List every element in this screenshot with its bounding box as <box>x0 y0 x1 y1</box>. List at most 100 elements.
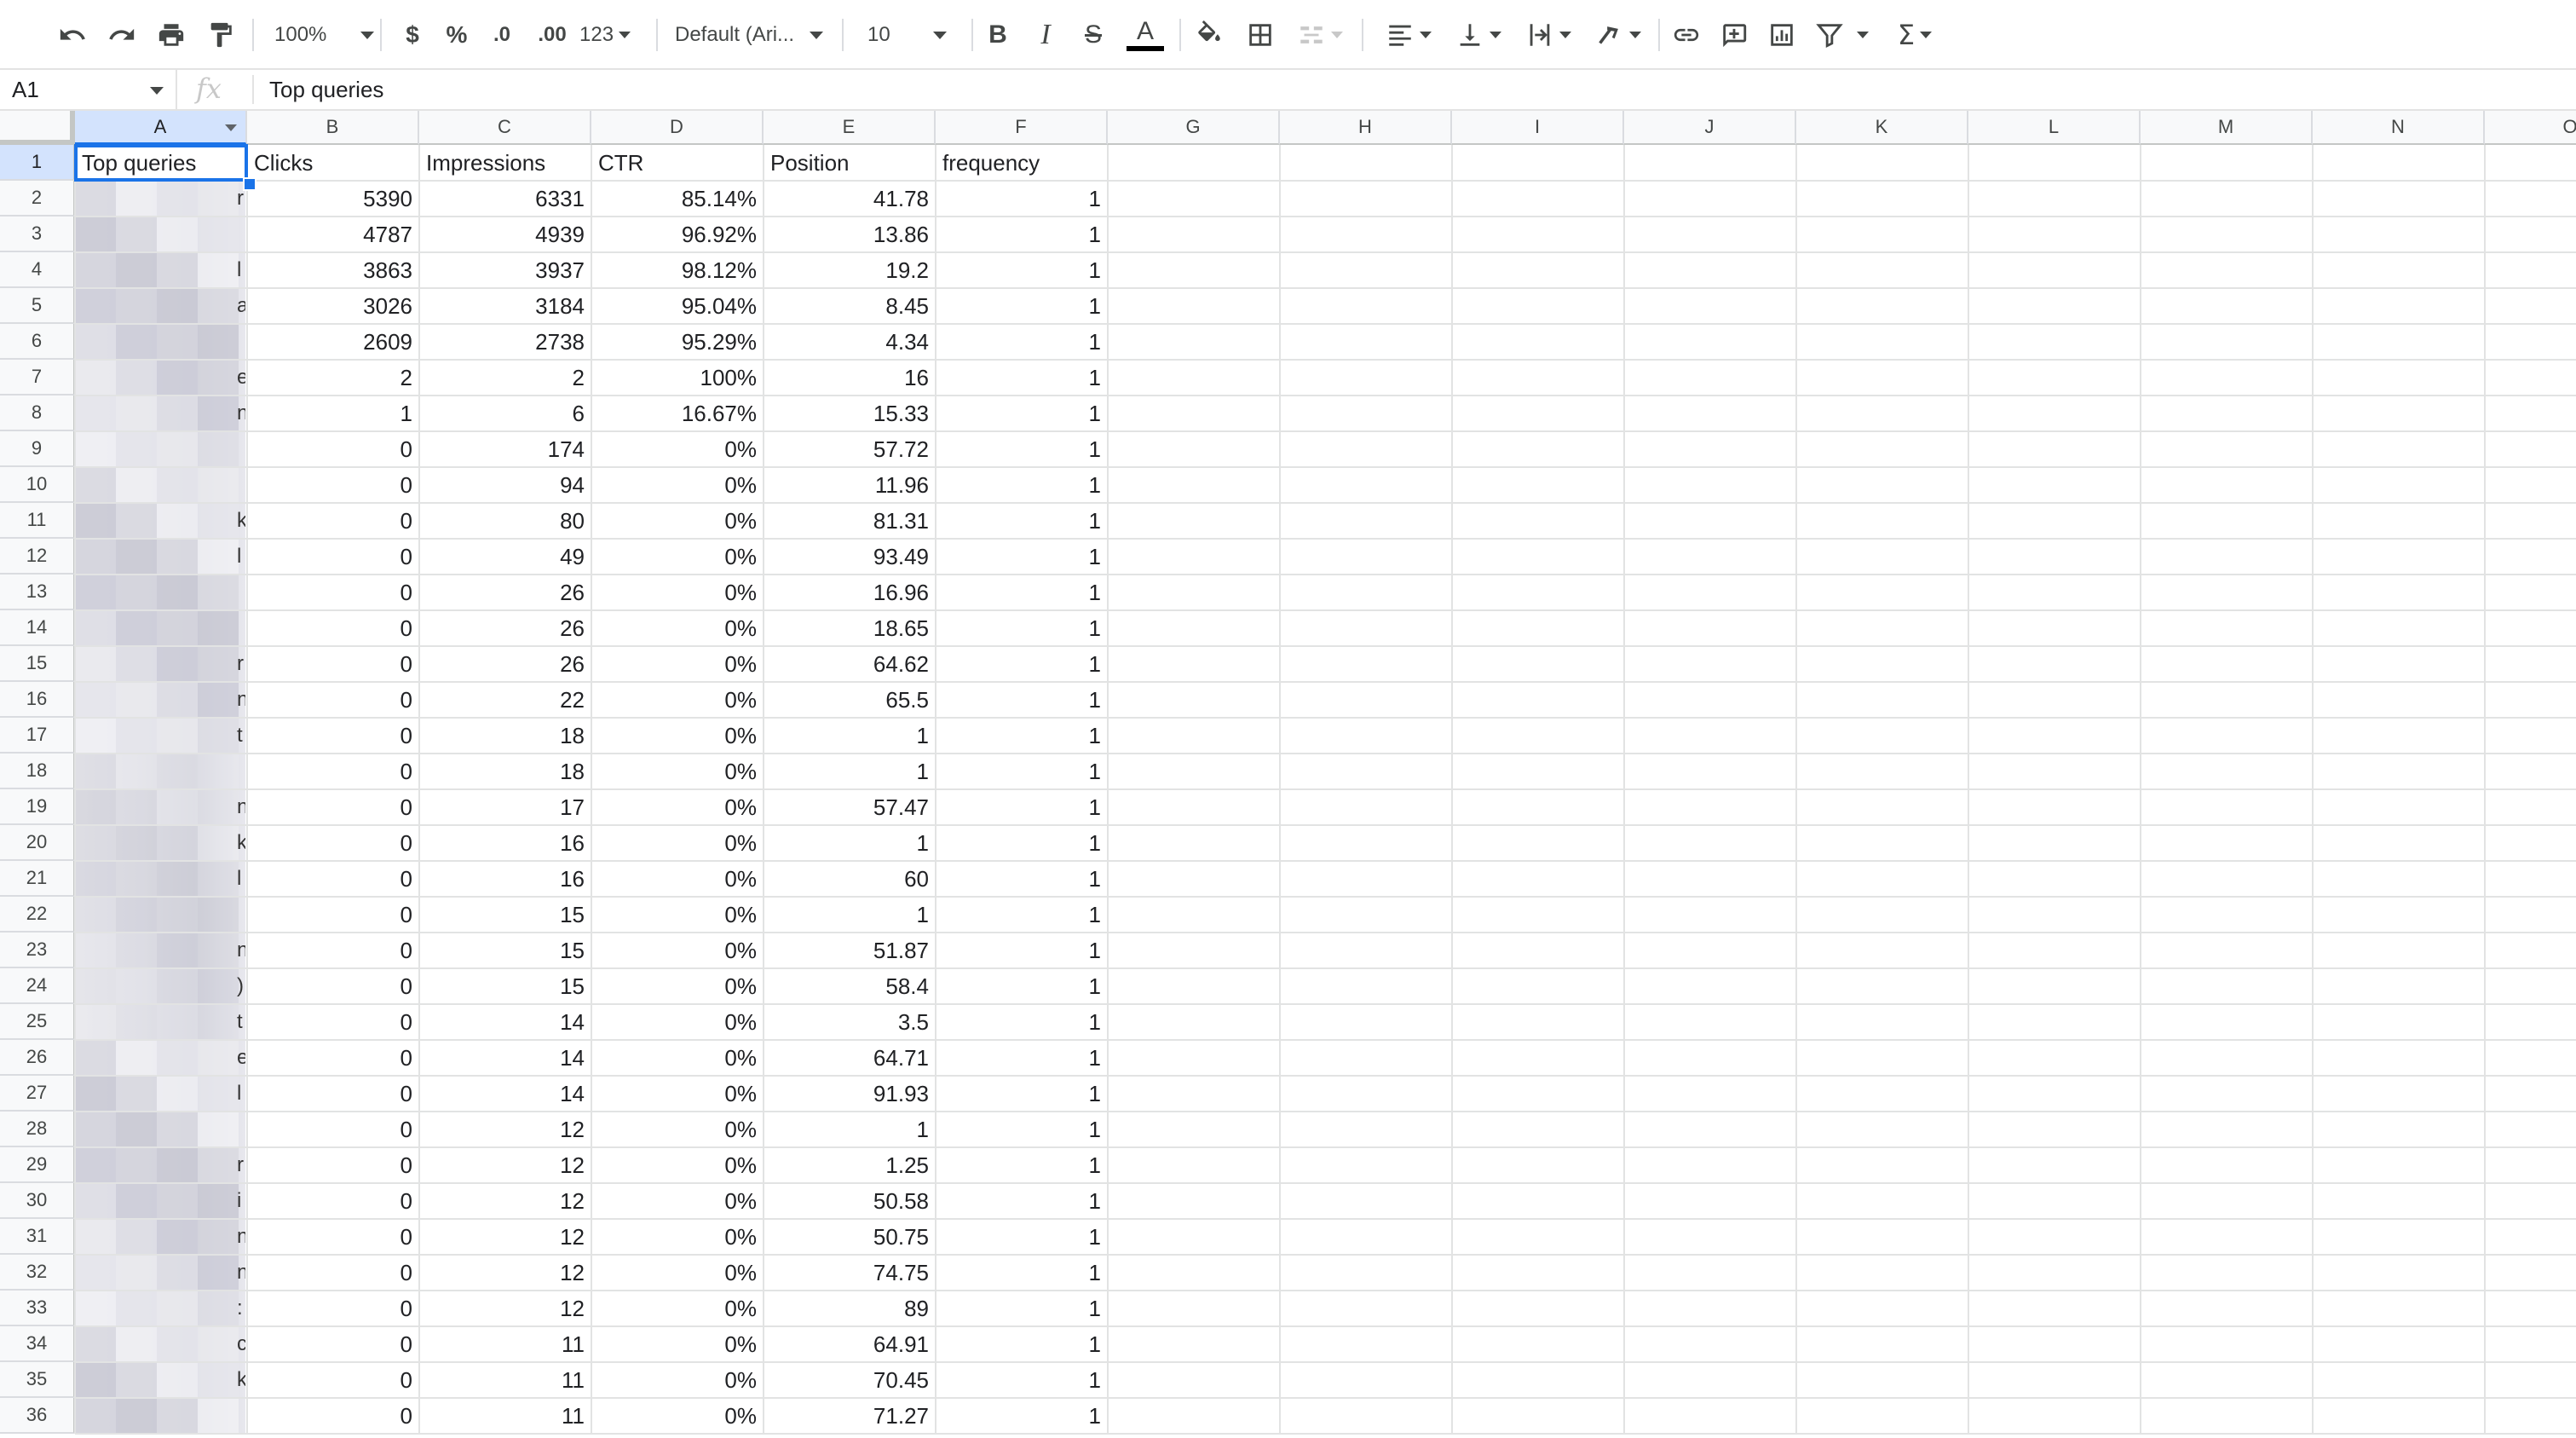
cell-c22[interactable]: 15 <box>419 897 591 933</box>
column-header-h[interactable]: H <box>1280 111 1452 145</box>
cell-c35[interactable]: 11 <box>419 1362 591 1398</box>
cell-c12[interactable]: 49 <box>419 539 591 575</box>
column-header-a[interactable]: A <box>75 111 247 145</box>
cell-d7[interactable]: 100% <box>591 360 764 396</box>
cell-b6[interactable]: 2609 <box>247 324 419 360</box>
column-header-d[interactable]: D <box>591 111 764 145</box>
row-header-12[interactable]: 12 <box>0 539 75 575</box>
cell-d14[interactable]: 0% <box>591 610 764 646</box>
cell-c27[interactable]: 14 <box>419 1076 591 1112</box>
cell-e16[interactable]: 65.5 <box>764 682 936 718</box>
cell-d22[interactable]: 0% <box>591 897 764 933</box>
cell-b32[interactable]: 0 <box>247 1255 419 1291</box>
cell-a24[interactable]: ) <box>237 968 245 1004</box>
row-header-36[interactable]: 36 <box>0 1398 75 1434</box>
row-header-1[interactable]: 1 <box>0 145 75 181</box>
cell-b4[interactable]: 3863 <box>247 252 419 288</box>
cell-f27[interactable]: 1 <box>936 1076 1108 1112</box>
cell-d26[interactable]: 0% <box>591 1040 764 1076</box>
cell-a27[interactable]: l <box>237 1076 245 1112</box>
row-header-7[interactable]: 7 <box>0 360 75 396</box>
cell-b16[interactable]: 0 <box>247 682 419 718</box>
cell-e36[interactable]: 71.27 <box>764 1398 936 1434</box>
cell-e22[interactable]: 1 <box>764 897 936 933</box>
cell-b34[interactable]: 0 <box>247 1326 419 1362</box>
font-size-select[interactable]: 10 <box>867 14 947 56</box>
cell-c32[interactable]: 12 <box>419 1255 591 1291</box>
cell-f15[interactable]: 1 <box>936 646 1108 682</box>
cell-d18[interactable]: 0% <box>591 754 764 789</box>
cell-d10[interactable]: 0% <box>591 467 764 503</box>
cell-c8[interactable]: 6 <box>419 396 591 431</box>
cell-d1[interactable]: CTR <box>591 145 764 181</box>
cell-b25[interactable]: 0 <box>247 1004 419 1040</box>
cell-c16[interactable]: 22 <box>419 682 591 718</box>
cell-f30[interactable]: 1 <box>936 1183 1108 1219</box>
cell-b18[interactable]: 0 <box>247 754 419 789</box>
name-box[interactable]: A1 <box>0 70 177 109</box>
cell-c2[interactable]: 6331 <box>419 181 591 217</box>
cell-b19[interactable]: 0 <box>247 789 419 825</box>
cell-a12[interactable]: l <box>237 539 245 575</box>
cell-a7[interactable]: e <box>237 360 245 396</box>
cell-e2[interactable]: 41.78 <box>764 181 936 217</box>
cell-a2[interactable]: r <box>237 181 245 217</box>
row-header-34[interactable]: 34 <box>0 1326 75 1362</box>
text-wrapping-button[interactable] <box>1519 14 1578 56</box>
row-header-20[interactable]: 20 <box>0 825 75 861</box>
cell-b14[interactable]: 0 <box>247 610 419 646</box>
cell-a25[interactable]: t <box>237 1004 245 1040</box>
cell-b10[interactable]: 0 <box>247 467 419 503</box>
cell-e11[interactable]: 81.31 <box>764 503 936 539</box>
cell-e32[interactable]: 74.75 <box>764 1255 936 1291</box>
cell-d34[interactable]: 0% <box>591 1326 764 1362</box>
cell-f35[interactable]: 1 <box>936 1362 1108 1398</box>
row-header-28[interactable]: 28 <box>0 1112 75 1147</box>
cell-d32[interactable]: 0% <box>591 1255 764 1291</box>
column-menu-chevron-icon[interactable] <box>225 124 237 131</box>
cell-a4[interactable]: l <box>237 252 245 288</box>
cell-e20[interactable]: 1 <box>764 825 936 861</box>
column-header-b[interactable]: B <box>247 111 419 145</box>
cell-f11[interactable]: 1 <box>936 503 1108 539</box>
cell-d21[interactable]: 0% <box>591 861 764 897</box>
cell-c4[interactable]: 3937 <box>419 252 591 288</box>
cell-d3[interactable]: 96.92% <box>591 217 764 252</box>
column-header-c[interactable]: C <box>419 111 591 145</box>
format-currency-button[interactable]: $ <box>395 14 429 56</box>
cell-e27[interactable]: 91.93 <box>764 1076 936 1112</box>
row-header-30[interactable]: 30 <box>0 1183 75 1219</box>
cell-e26[interactable]: 64.71 <box>764 1040 936 1076</box>
cell-e19[interactable]: 57.47 <box>764 789 936 825</box>
row-header-6[interactable]: 6 <box>0 324 75 360</box>
cell-c14[interactable]: 26 <box>419 610 591 646</box>
row-header-11[interactable]: 11 <box>0 503 75 539</box>
cell-f5[interactable]: 1 <box>936 288 1108 324</box>
cell-a1[interactable]: Top queries <box>75 145 247 181</box>
cell-d9[interactable]: 0% <box>591 431 764 467</box>
bold-button[interactable]: B <box>980 14 1016 56</box>
cell-b9[interactable]: 0 <box>247 431 419 467</box>
cell-c26[interactable]: 14 <box>419 1040 591 1076</box>
cell-d11[interactable]: 0% <box>591 503 764 539</box>
cell-e30[interactable]: 50.58 <box>764 1183 936 1219</box>
cell-e28[interactable]: 1 <box>764 1112 936 1147</box>
cell-b27[interactable]: 0 <box>247 1076 419 1112</box>
cell-e1[interactable]: Position <box>764 145 936 181</box>
cell-b33[interactable]: 0 <box>247 1291 419 1326</box>
text-rotation-button[interactable] <box>1588 14 1648 56</box>
row-header-19[interactable]: 19 <box>0 789 75 825</box>
text-color-button[interactable]: A <box>1123 14 1167 56</box>
column-header-i[interactable]: I <box>1452 111 1624 145</box>
cell-b26[interactable]: 0 <box>247 1040 419 1076</box>
cell-f10[interactable]: 1 <box>936 467 1108 503</box>
cell-c13[interactable]: 26 <box>419 575 591 610</box>
cell-d25[interactable]: 0% <box>591 1004 764 1040</box>
cell-f25[interactable]: 1 <box>936 1004 1108 1040</box>
cell-a11[interactable]: k <box>237 503 245 539</box>
cell-a19[interactable]: n <box>237 789 245 825</box>
column-header-o[interactable]: O <box>2485 111 2576 145</box>
cell-c25[interactable]: 14 <box>419 1004 591 1040</box>
cell-f13[interactable]: 1 <box>936 575 1108 610</box>
column-header-e[interactable]: E <box>764 111 936 145</box>
